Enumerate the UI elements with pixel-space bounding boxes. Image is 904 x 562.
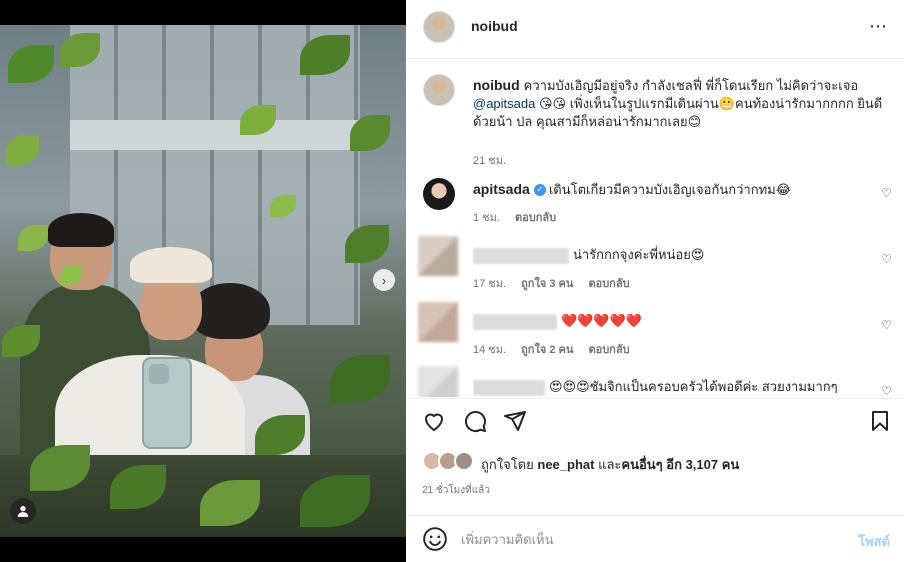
- comment-likes-count[interactable]: ถูกใจ 2 คน: [521, 344, 573, 356]
- user-tag-icon: [17, 506, 29, 517]
- liker-avatar[interactable]: [454, 451, 474, 471]
- verified-badge-icon: ✓: [533, 183, 546, 196]
- more-options-icon[interactable]: ⋯: [869, 16, 888, 37]
- comment-likes-count[interactable]: ถูกใจ 3 คน: [521, 278, 573, 290]
- post-timestamp[interactable]: 21 ชั่วโมงที่แล้ว: [422, 483, 490, 498]
- bookmark-icon[interactable]: [868, 409, 892, 433]
- post-photo[interactable]: [0, 25, 406, 537]
- liker-username[interactable]: nee_phat: [537, 457, 594, 472]
- comment-like-icon[interactable]: ♡: [881, 252, 892, 266]
- hidden-username: [473, 247, 569, 264]
- comments-list[interactable]: noibud ความบังเอิญมีอยู่จริง กำลังเชลฟี่ …: [406, 60, 904, 397]
- author-avatar[interactable]: [423, 11, 455, 43]
- post-header: noibud ⋯: [406, 0, 904, 59]
- comment-text: 😍😍😍ชัมจิกแป็นครอบครัวได้พอดีค่ะ สวยงามมา…: [473, 378, 864, 396]
- comment-avatar[interactable]: [418, 366, 458, 397]
- comment-avatar[interactable]: [418, 302, 458, 342]
- post-side-panel: noibud ⋯ noibud ความบังเอิญมีอยู่จริง กำล…: [406, 0, 904, 562]
- reply-button[interactable]: ตอบกลับ: [588, 344, 629, 356]
- tagged-users-button[interactable]: [10, 498, 36, 524]
- post-media-pane: ›: [0, 0, 406, 562]
- caption-meta: 21 ชม.: [473, 151, 518, 169]
- comment-like-icon[interactable]: ♡: [881, 384, 892, 397]
- chevron-right-icon: ›: [381, 272, 387, 288]
- add-comment-bar: โพสต์: [406, 515, 904, 562]
- comment-text: apitsada ✓ เดินโตเกียวมีความบังเอิญเจอกันก…: [473, 181, 791, 197]
- comment-text: ❤️❤️❤️❤️❤️: [473, 312, 864, 330]
- likes-summary: ถูกใจโดย nee_phat และคนอื่นๆ อีก 3,107 ค…: [406, 448, 904, 474]
- reply-button[interactable]: ตอบกลับ: [588, 278, 629, 290]
- reply-button[interactable]: ตอบกลับ: [515, 212, 556, 224]
- hidden-username: [473, 313, 557, 330]
- post-actions: [406, 398, 904, 442]
- mention-link[interactable]: @apitsada: [473, 96, 535, 111]
- emoji-icon[interactable]: [422, 526, 448, 552]
- share-icon[interactable]: [503, 409, 527, 433]
- caption-text: noibud ความบังเอิญมีอยู่จริง กำลังเชลฟี่ …: [473, 77, 883, 129]
- comment-avatar[interactable]: [418, 236, 458, 276]
- caption-time: 21 ชม.: [473, 155, 507, 167]
- comment-meta: 17 ชม. ถูกใจ 3 คน ตอบกลับ: [473, 278, 630, 290]
- heart-icon[interactable]: [422, 409, 446, 433]
- comment-username[interactable]: apitsada: [473, 181, 530, 197]
- comment-like-icon[interactable]: ♡: [881, 318, 892, 332]
- next-photo-button[interactable]: ›: [373, 269, 395, 291]
- hidden-username: [473, 379, 545, 396]
- caption-avatar[interactable]: [423, 74, 455, 106]
- likes-count[interactable]: คนอื่นๆ อีก 3,107 คน: [621, 457, 739, 472]
- comment-like-icon[interactable]: ♡: [881, 186, 892, 200]
- comment-text: น่ารักกกจุงค่ะพี่หน่อย😍: [473, 246, 864, 264]
- likes-text: ถูกใจโดย nee_phat และคนอื่นๆ อีก 3,107 ค…: [481, 457, 740, 472]
- comment-input[interactable]: [461, 529, 831, 549]
- photo-phone: [142, 357, 192, 449]
- comment-icon[interactable]: [463, 409, 487, 433]
- comment-meta: 1 ชม. ตอบกลับ: [473, 212, 557, 224]
- caption-username[interactable]: noibud: [473, 77, 520, 93]
- comment-meta: 14 ชม. ถูกใจ 2 คน ตอบกลับ: [473, 344, 630, 356]
- comment-avatar[interactable]: [423, 178, 455, 210]
- post-comment-button[interactable]: โพสต์: [858, 531, 890, 552]
- author-username[interactable]: noibud: [471, 18, 518, 34]
